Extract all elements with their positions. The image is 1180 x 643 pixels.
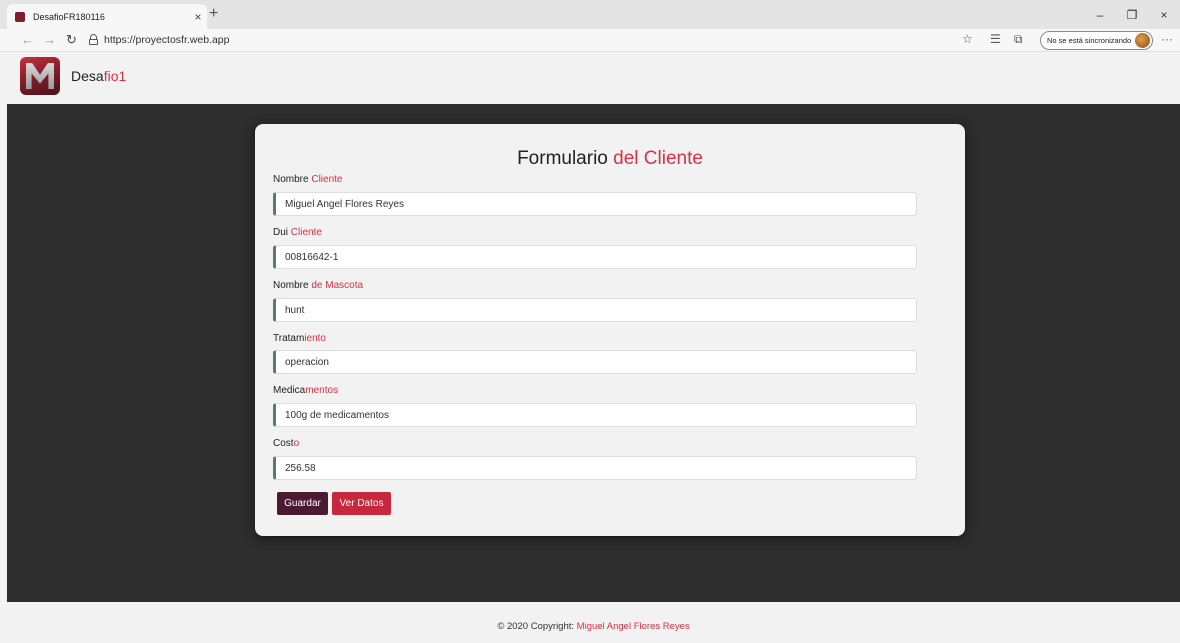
tab-close-icon[interactable]: × <box>189 10 207 24</box>
treatment-input[interactable] <box>273 350 917 374</box>
new-tab-icon[interactable]: + <box>209 5 218 23</box>
treatment-label: Tratamiento <box>273 333 326 344</box>
favorites-list-icon[interactable]: ☰ <box>990 32 1001 46</box>
avatar <box>1135 33 1150 48</box>
medications-label: Medicamentos <box>273 385 339 396</box>
view-data-button[interactable]: Ver Datos <box>332 492 391 515</box>
client-dui-input[interactable] <box>273 245 917 269</box>
site-navbar: Desafio1 <box>7 53 1180 104</box>
forward-arrow-icon[interactable]: → <box>43 32 56 47</box>
restore-icon[interactable]: ❐ <box>1116 8 1148 22</box>
pet-name-input[interactable] <box>273 298 917 322</box>
favicon-icon <box>15 11 25 22</box>
cost-label: Costo <box>273 438 300 449</box>
minimize-icon[interactable]: – <box>1084 8 1116 22</box>
medications-input[interactable] <box>273 403 917 427</box>
lock-icon <box>89 34 98 45</box>
logo-icon[interactable] <box>20 57 60 95</box>
close-window-icon[interactable]: × <box>1148 8 1180 22</box>
client-dui-label: Dui Cliente <box>273 227 322 238</box>
favorite-star-icon[interactable]: ☆ <box>962 32 973 46</box>
url-text[interactable]: https://proyectosfr.web.app <box>104 34 230 46</box>
client-name-input[interactable] <box>273 192 917 216</box>
pet-name-label: Nombre de Mascota <box>273 280 364 291</box>
footer-copyright: © 2020 Copyright: Miguel Angel Flores Re… <box>497 621 690 632</box>
form-title: Formulario del Cliente <box>517 148 703 169</box>
cost-input[interactable] <box>273 456 917 480</box>
browser-tab-bar: DesafioFR180116 × + – ❐ × <box>0 0 1180 29</box>
client-form-card: Formulario del Cliente Nombre Cliente Du… <box>255 124 965 536</box>
address-bar: ← → ↻ https://proyectosfr.web.app ☆ ☰ ⧉ … <box>0 29 1180 52</box>
window-controls: – ❐ × <box>1084 0 1180 29</box>
save-button[interactable]: Guardar <box>277 492 328 515</box>
more-menu-icon[interactable]: ··· <box>1161 32 1173 46</box>
sync-label: No se está sincronizando <box>1047 36 1132 45</box>
browser-tab[interactable]: DesafioFR180116 × <box>7 4 207 29</box>
footer-author-link[interactable]: Miguel Angel Flores Reyes <box>577 621 690 632</box>
client-name-label: Nombre Cliente <box>273 174 343 185</box>
brand-name[interactable]: Desafio1 <box>71 68 126 84</box>
tab-title: DesafioFR180116 <box>33 11 105 22</box>
refresh-icon[interactable]: ↻ <box>66 32 77 48</box>
collections-icon[interactable]: ⧉ <box>1014 32 1023 47</box>
sync-status-button[interactable]: No se está sincronizando <box>1040 31 1153 50</box>
back-arrow-icon[interactable]: ← <box>21 32 34 47</box>
page-footer: © 2020 Copyright: Miguel Angel Flores Re… <box>7 602 1180 643</box>
